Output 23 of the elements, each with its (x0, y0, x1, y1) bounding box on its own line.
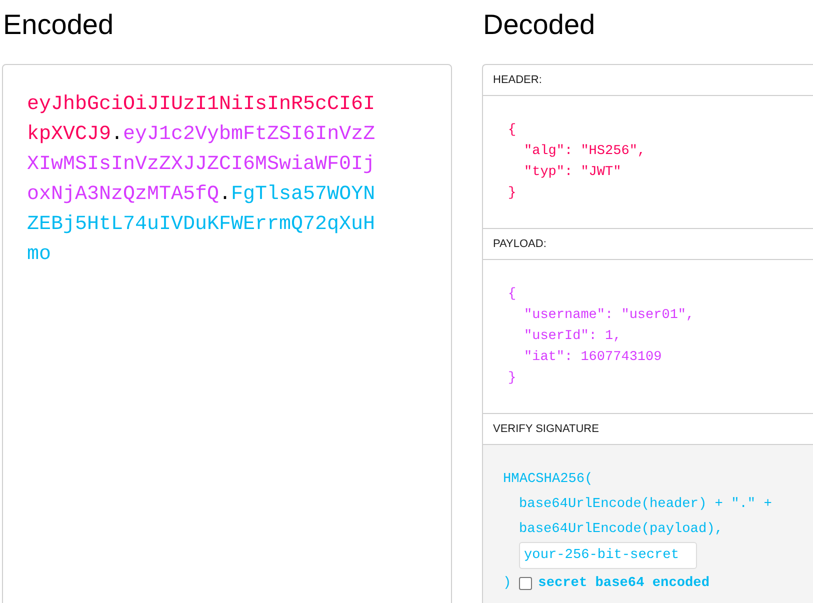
json-property: "userId": 1, (523, 328, 622, 346)
json-property: "username": "user01", (523, 307, 694, 325)
json-property: "typ": "JWT" (523, 164, 622, 182)
json-brace: } (508, 370, 516, 388)
panel-title: Encoded (3, 8, 115, 42)
base64-checkbox[interactable] (519, 577, 532, 590)
json-property: "iat": 1607743109 (523, 349, 662, 367)
secret-input-field[interactable]: your-256-bit-secret (519, 542, 697, 569)
encoded-token: eyJhbGciOiJIUzI1NiIsInR5cCI6IkpXVCJ9.eyJ1c2VybmFtZSI6InVzZXIwMSIsInVzZXJJZCI6MSwiaWF0IjoxNjA3NzQzMTA5fQ.FgTlsa57WOYNZEBj5HtL74uIVDuKFWErrmQ72qXuHmo (27, 92, 376, 268)
section-label: PAYLOAD: (493, 238, 546, 250)
section-label: VERIFY SIGNATURE (493, 423, 599, 435)
json-property: "alg": "HS256", (523, 143, 646, 161)
json-brace: { (508, 286, 516, 304)
closing-paren: ) (503, 575, 512, 593)
function-argument: base64UrlEncode(header) + "." + (518, 496, 772, 514)
token-editor[interactable]: eyJhbGciOiJIUzI1NiIsInR5cCI6IkpXVCJ9.eyJ1c2VybmFtZSI6InVzZXIwMSIsInVzZXJJZCI6MSwiaWF0IjoxNjA3NzQzMTA5fQ.FgTlsa57WOYNZEBj5HtL74uIVDuKFWErrmQ72qXuHmo (2, 64, 452, 603)
section-label: HEADER: (493, 74, 542, 86)
json-brace: { (508, 122, 516, 140)
function-argument: base64UrlEncode(payload), (518, 521, 723, 539)
function-call-text: HMACSHA256( (503, 471, 593, 489)
panel-title: Decoded (483, 8, 596, 42)
checkbox-label[interactable]: secret base64 encoded (538, 571, 710, 596)
json-brace: } (508, 185, 516, 203)
